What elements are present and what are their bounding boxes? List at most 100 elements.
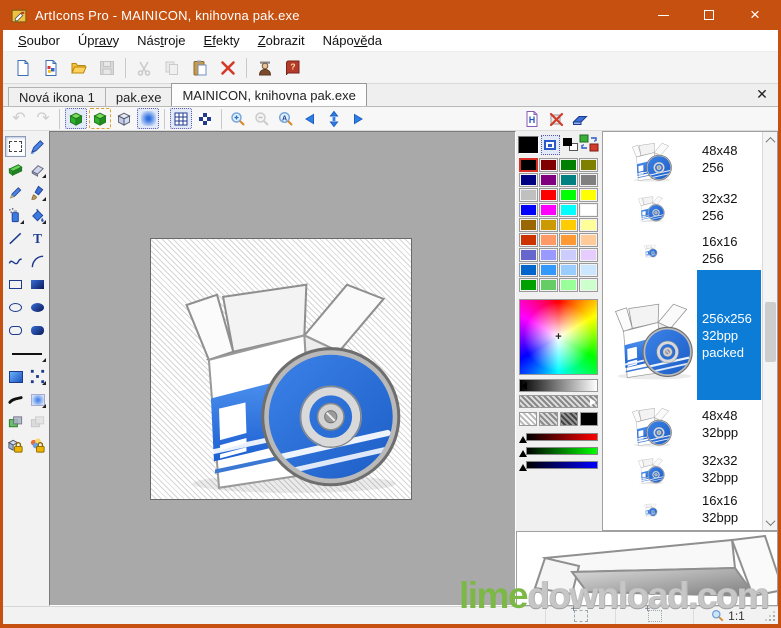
blue-slider[interactable]	[526, 461, 598, 469]
draw-test-button[interactable]	[569, 109, 591, 130]
tool-ellipse-filled-button[interactable]	[27, 297, 48, 318]
tool-fill-button[interactable]	[27, 205, 48, 226]
arrow-right-button[interactable]	[347, 108, 369, 129]
alpha-preset-dark[interactable]	[560, 412, 578, 426]
tool-scatter-button[interactable]	[27, 366, 48, 387]
new-page-button[interactable]	[10, 55, 36, 81]
format-row[interactable]: 32x32256	[603, 184, 762, 230]
view-3d-button[interactable]	[113, 108, 135, 129]
palette-swatch[interactable]	[539, 263, 558, 277]
palette-swatch[interactable]	[519, 248, 538, 262]
scroll-down-icon[interactable]	[763, 514, 778, 530]
palette-swatch[interactable]	[519, 218, 538, 232]
view-normal-button[interactable]	[65, 108, 87, 129]
menu-item-soubor[interactable]: Soubor	[9, 31, 69, 50]
hsv-picker[interactable]: +	[519, 299, 598, 375]
alpha-gradient-bar[interactable]	[519, 395, 598, 408]
delete-button[interactable]	[215, 55, 241, 81]
scroll-thumb[interactable]	[765, 302, 776, 362]
tool-rect-button[interactable]	[5, 274, 26, 295]
palette-swatch[interactable]	[559, 173, 578, 187]
help-book-button[interactable]: ?	[280, 55, 306, 81]
palette-swatch[interactable]	[519, 188, 538, 202]
tool-spray-button[interactable]	[5, 205, 26, 226]
alpha-preset-light[interactable]	[519, 412, 537, 426]
palette-swatch[interactable]	[539, 173, 558, 187]
tool-select-button[interactable]	[5, 136, 26, 157]
format-row[interactable]: 32x3232bpp	[603, 448, 762, 490]
palette-swatch[interactable]	[559, 263, 578, 277]
palette-swatch[interactable]	[559, 278, 578, 292]
open-folder-button[interactable]	[66, 55, 92, 81]
menu-item-pravy[interactable]: Úpravy	[69, 31, 128, 50]
tab-mainicon[interactable]: MAINICON, knihovna pak.exe	[171, 83, 366, 106]
zoom-in-button[interactable]	[227, 108, 249, 129]
minimize-button[interactable]	[640, 0, 686, 30]
tool-pencil-button[interactable]	[5, 182, 26, 203]
format-delete-button[interactable]	[545, 109, 567, 130]
palette-swatch[interactable]	[539, 203, 558, 217]
format-row[interactable]: 16x16256	[603, 230, 762, 270]
tool-lock-object-button[interactable]	[5, 435, 26, 456]
palette-swatch[interactable]	[539, 233, 558, 247]
reset-colors-button[interactable]	[562, 136, 577, 154]
tool-soft-button[interactable]	[27, 389, 48, 410]
tool-line-button[interactable]	[5, 228, 26, 249]
wizard-button[interactable]	[252, 55, 278, 81]
tool-rrect-button[interactable]	[5, 320, 26, 341]
canvas[interactable]	[150, 238, 412, 500]
palette-swatch[interactable]	[559, 203, 578, 217]
resize-grip[interactable]	[762, 607, 778, 624]
tool-text-button[interactable]: T	[27, 228, 48, 249]
menu-item-nstroje[interactable]: Nástroje	[128, 31, 194, 50]
grid-button[interactable]	[170, 108, 192, 129]
zoom-actual-button[interactable]: A	[275, 108, 297, 129]
arrow-left-button[interactable]	[299, 108, 321, 129]
palette-swatch[interactable]	[519, 263, 538, 277]
tool-eraser-button[interactable]	[27, 159, 48, 180]
workspace[interactable]	[49, 131, 516, 606]
palette-swatch[interactable]	[519, 203, 538, 217]
format-new-button[interactable]: H	[521, 109, 543, 130]
view-smooth-button[interactable]	[137, 108, 159, 129]
tool-arc-button[interactable]	[27, 251, 48, 272]
swap-colors-button[interactable]	[579, 134, 599, 157]
palette-swatch[interactable]	[559, 233, 578, 247]
palette-swatch[interactable]	[579, 203, 598, 217]
tab-nova-ikona[interactable]: Nová ikona 1	[8, 87, 106, 106]
palette-swatch[interactable]	[539, 158, 558, 172]
tool-picker-button[interactable]	[27, 136, 48, 157]
palette-swatch[interactable]	[539, 278, 558, 292]
tab-pak-exe[interactable]: pak.exe	[105, 87, 173, 106]
foreground-color-swatch[interactable]	[518, 136, 539, 154]
palette-swatch[interactable]	[559, 248, 578, 262]
tool-linewidth-button[interactable]	[5, 343, 48, 364]
tool-brush-button[interactable]	[27, 182, 48, 203]
format-scrollbar[interactable]	[762, 132, 777, 530]
maximize-button[interactable]	[686, 0, 732, 30]
tool-gradient-button[interactable]	[5, 159, 26, 180]
palette-swatch[interactable]	[539, 188, 558, 202]
palette-swatch[interactable]	[519, 173, 538, 187]
palette-swatch[interactable]	[559, 188, 578, 202]
format-row[interactable]: 256x25632bpppacked	[603, 270, 762, 400]
menu-item-zobrazit[interactable]: Zobrazit	[249, 31, 314, 50]
palette-swatch[interactable]	[579, 263, 598, 277]
palette-swatch[interactable]	[579, 233, 598, 247]
tool-rect-filled-button[interactable]	[27, 274, 48, 295]
grid-pattern-button[interactable]	[194, 108, 216, 129]
red-slider[interactable]	[526, 433, 598, 441]
tool-lock-colors-button[interactable]	[27, 435, 48, 456]
alpha-preset-opaque[interactable]	[580, 412, 598, 426]
tool-swatch-button[interactable]	[5, 366, 26, 387]
palette-swatch[interactable]	[579, 278, 598, 292]
green-slider[interactable]	[526, 447, 598, 455]
tool-ellipse-button[interactable]	[5, 297, 26, 318]
palette-swatch[interactable]	[539, 218, 558, 232]
format-row[interactable]: 48x4832bpp	[603, 400, 762, 448]
format-row[interactable]: 48x48256	[603, 134, 762, 184]
palette-swatch[interactable]	[579, 248, 598, 262]
scroll-up-icon[interactable]	[763, 132, 778, 148]
palette-swatch[interactable]	[579, 188, 598, 202]
menu-item-npovda[interactable]: Nápověda	[314, 31, 391, 50]
